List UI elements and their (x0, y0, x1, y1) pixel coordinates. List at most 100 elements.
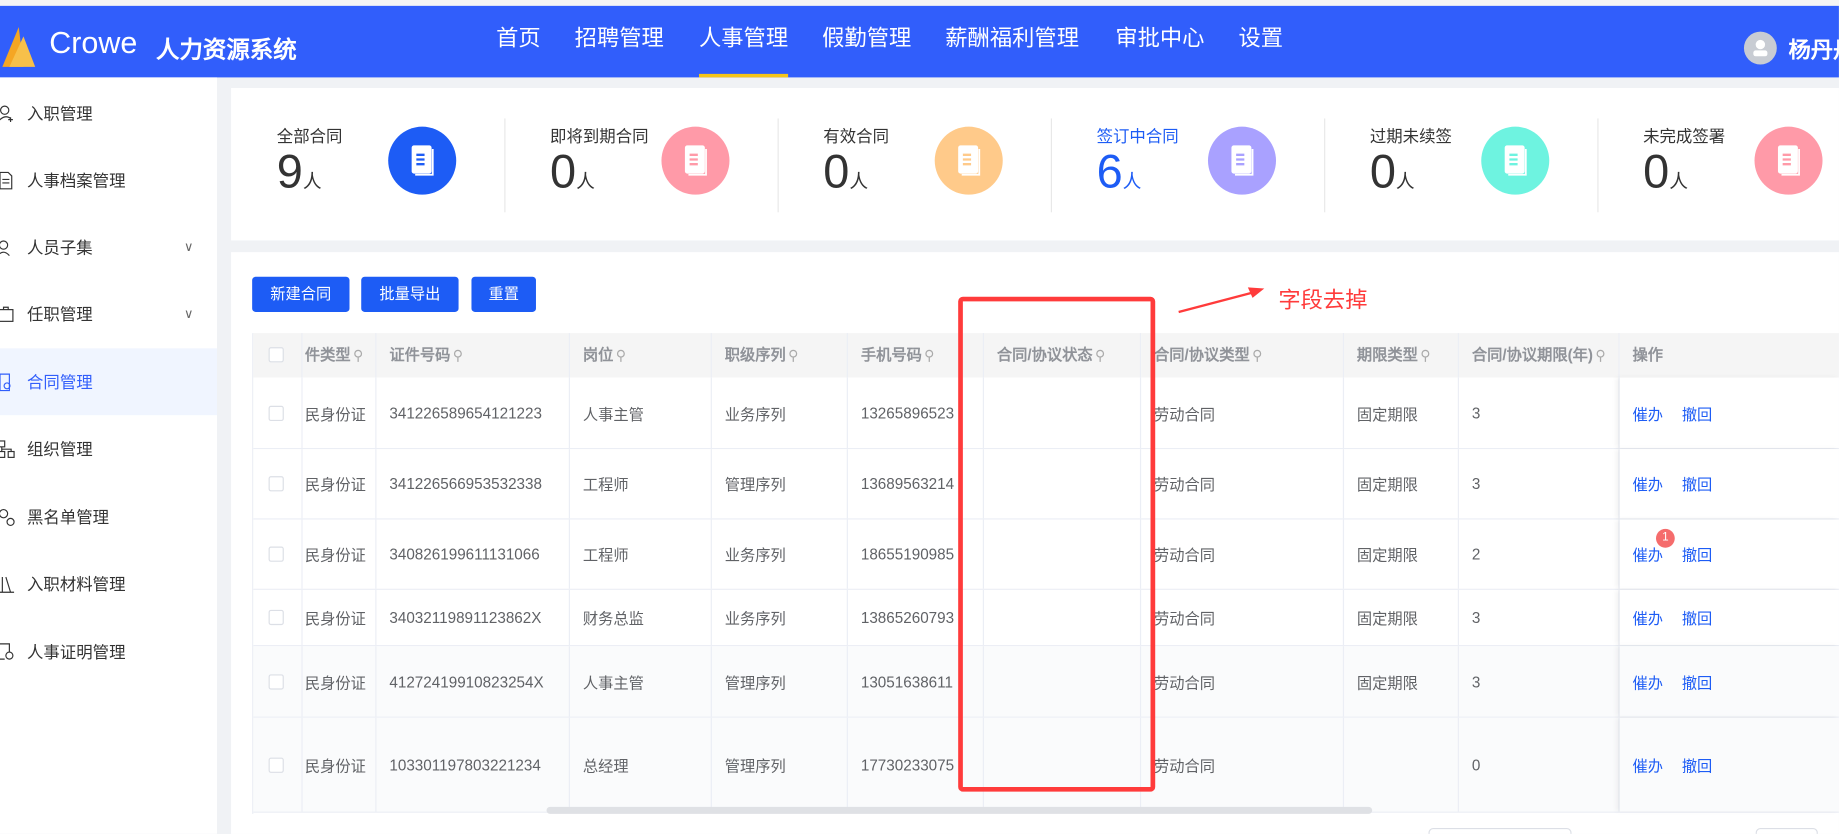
table-cell: 3 (1459, 646, 1620, 717)
sidebar-item-subsets[interactable]: 人员子集 ∨ (0, 213, 217, 280)
cell-text: 3 (1471, 404, 1481, 422)
urge-link[interactable]: 催办 (1633, 402, 1664, 424)
nav-approval[interactable]: 审批中心 (1115, 25, 1204, 78)
search-icon[interactable]: ⚲ (453, 347, 463, 363)
stat-card[interactable]: 未完成签署 0人 (1597, 88, 1839, 240)
cell-text: 0 (1471, 755, 1481, 774)
stat-card[interactable]: 过期未续签 0人 (1324, 88, 1597, 240)
sidebar-item-appointments[interactable]: 任职管理 ∨ (0, 280, 217, 347)
column-title: 职级序列 (724, 345, 786, 364)
cell-text: 103301197803221234 (389, 755, 541, 774)
search-icon[interactable]: ⚲ (788, 347, 798, 363)
horizontal-scrollbar[interactable] (546, 806, 1373, 814)
cell-text: 34032119891123862X (389, 608, 542, 627)
row-checkbox[interactable] (268, 609, 284, 626)
cell-text: 劳动合同 (1154, 609, 1216, 628)
table-cell: 人事主管 (570, 377, 712, 449)
urge-link[interactable]: 催办 (1633, 473, 1664, 495)
row-checkbox[interactable] (268, 546, 284, 562)
search-icon[interactable]: ⚲ (616, 347, 626, 363)
cell-text: 固定期限 (1356, 673, 1418, 692)
table-cell: 3 (1459, 449, 1620, 519)
sidebar-item-contracts[interactable]: 合同管理 (0, 348, 217, 416)
urge-label: 催办 (1632, 757, 1664, 775)
stat-number: 0 (1369, 146, 1396, 199)
cell-text: 340826199611131066 (389, 545, 540, 563)
nav-payroll[interactable]: 薪酬福利管理 (945, 25, 1079, 78)
row-checkbox[interactable] (268, 757, 284, 773)
search-icon[interactable]: ⚲ (1595, 347, 1605, 363)
row-checkbox[interactable] (268, 405, 284, 421)
withdraw-link[interactable]: 撤回 (1682, 543, 1713, 565)
cell-text: 劳动合同 (1154, 757, 1216, 775)
table-cell: 341226566953532338 (376, 449, 570, 519)
reset-button[interactable]: 重置 (471, 276, 536, 312)
cell-text: 13265896523 (860, 404, 955, 422)
cell-text: 劳动合同 (1154, 476, 1216, 494)
cell-text: 民身份证 (304, 405, 366, 423)
select-all-checkbox[interactable] (253, 333, 303, 378)
table-cell: 3 (1459, 589, 1620, 646)
search-icon[interactable]: ⚲ (924, 347, 934, 363)
sidebar-item-blacklist[interactable]: 黑名单管理 (0, 483, 217, 550)
urge-link[interactable]: 催办 1 (1633, 528, 1675, 565)
column-header: 职级序列 ⚲ (711, 333, 848, 378)
divider (777, 118, 779, 213)
urge-link[interactable]: 催办 (1633, 670, 1664, 692)
urge-link[interactable]: 催办 (1633, 606, 1664, 628)
stat-card[interactable]: 有效合同 0人 (777, 88, 1051, 240)
stat-label: 即将到期合同 (550, 126, 649, 146)
sidebar-item-onboarding-materials[interactable]: 入职材料管理 (0, 550, 217, 617)
nav-home[interactable]: 首页 (496, 25, 541, 78)
withdraw-link[interactable]: 撤回 (1682, 606, 1713, 628)
search-icon[interactable]: ⚲ (353, 347, 363, 363)
column-header: 合同/协议期限(年) ⚲ (1458, 333, 1620, 378)
batch-export-button[interactable]: 批量导出 (361, 276, 459, 312)
stat-card[interactable]: 即将到期合同 0人 (504, 88, 777, 240)
divider (1050, 118, 1053, 213)
pagination-jump-input[interactable] (1755, 827, 1818, 834)
document-icon (1754, 126, 1823, 195)
stat-card[interactable]: 签订中合同 6人 (1050, 88, 1324, 240)
column-title: 手机号码 (860, 345, 922, 364)
cell-text: 13051638611 (860, 672, 953, 691)
notification-badge: 1 (1655, 528, 1675, 548)
nav-settings[interactable]: 设置 (1238, 25, 1283, 78)
stat-number: 6 (1096, 146, 1123, 199)
column-header: 合同/协议类型 ⚲ (1141, 333, 1345, 378)
cell-text: 2 (1471, 545, 1481, 563)
nav-attendance[interactable]: 假勤管理 (822, 25, 911, 78)
stat-card[interactable]: 全部合同 9人 (231, 88, 504, 240)
table-cell (253, 589, 303, 646)
sidebar-item-certificates[interactable]: 人事证明管理 (0, 618, 217, 685)
withdraw-link[interactable]: 撤回 (1682, 754, 1713, 776)
user-name[interactable]: 杨丹丹 (1789, 33, 1839, 65)
search-icon[interactable]: ⚲ (1420, 347, 1430, 363)
avatar[interactable] (1743, 31, 1777, 65)
row-checkbox[interactable] (268, 476, 284, 492)
document-icon (0, 171, 13, 189)
table-cell (1344, 717, 1459, 812)
cell-text: 工程师 (582, 476, 629, 494)
table-cell: 业务序列 (712, 377, 848, 449)
withdraw-link[interactable]: 撤回 (1682, 670, 1713, 692)
withdraw-link[interactable]: 撤回 (1682, 402, 1713, 424)
new-contract-button[interactable]: 新建合同 (252, 276, 350, 312)
urge-link[interactable]: 催办 (1633, 754, 1664, 776)
sidebar-item-organization[interactable]: 组织管理 (0, 415, 217, 482)
search-icon[interactable]: ⚲ (1252, 347, 1262, 363)
nav-recruitment[interactable]: 招聘管理 (575, 25, 664, 78)
pagination-size-select[interactable] (1428, 827, 1572, 834)
table-cell: 民身份证 (303, 519, 377, 589)
checkbox[interactable] (268, 347, 284, 363)
sidebar-item-onboarding[interactable]: 入职管理 (0, 80, 217, 147)
withdraw-link[interactable]: 撤回 (1682, 473, 1713, 495)
urge-label: 催办 (1632, 673, 1664, 692)
org-chart-icon (0, 439, 15, 458)
table-cell: 41272419910823254X (376, 646, 570, 717)
cell-text: 财务总监 (582, 609, 644, 628)
row-checkbox[interactable] (268, 673, 284, 690)
sidebar-item-archives[interactable]: 人事档案管理 (0, 147, 217, 214)
table-cell: 民身份证 (303, 449, 377, 519)
nav-personnel[interactable]: 人事管理 (698, 25, 789, 78)
